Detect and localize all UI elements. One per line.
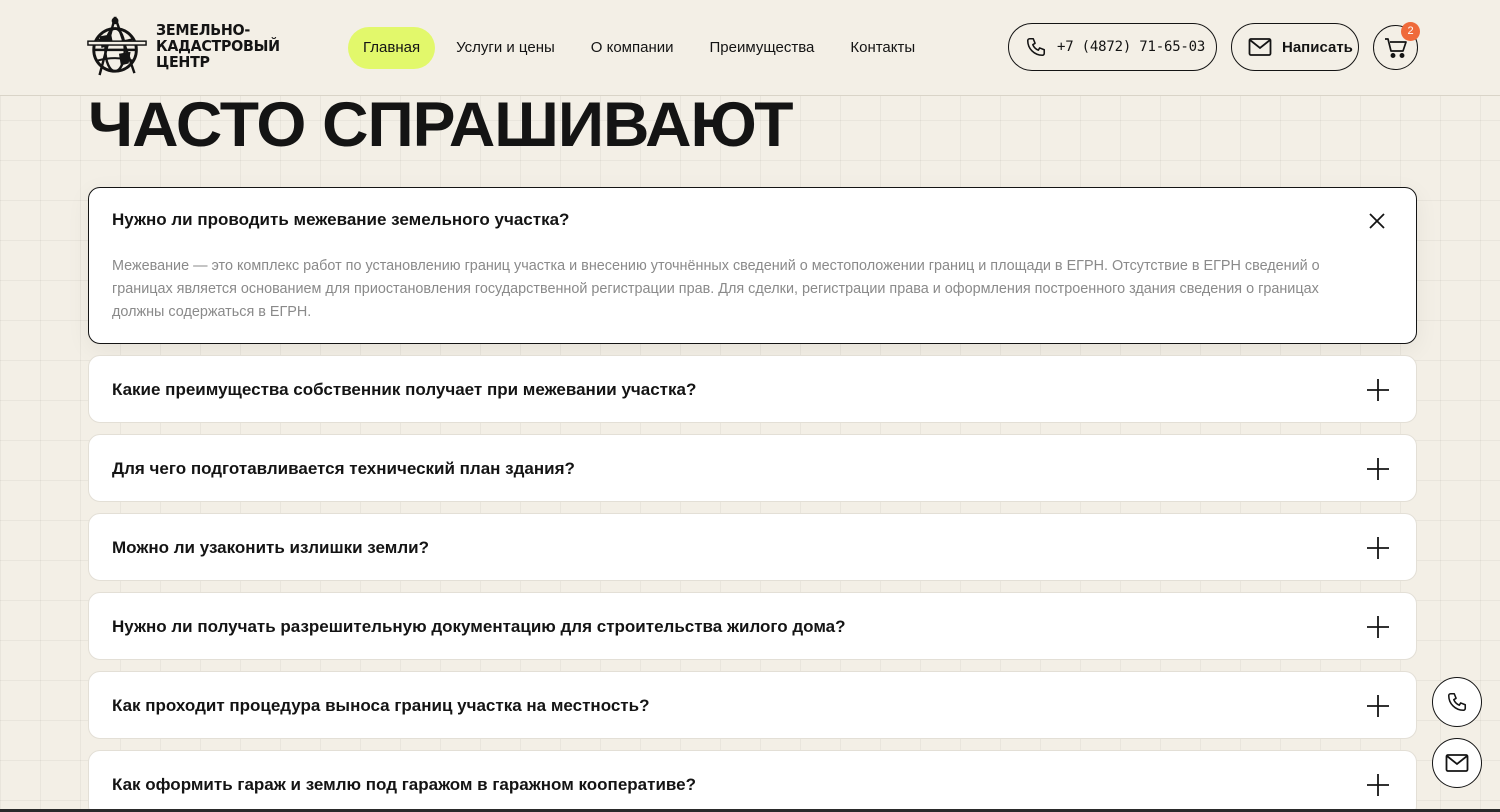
phone-button[interactable]: +7 (4872) 71-65-03	[1008, 23, 1217, 71]
faq-item[interactable]: Для чего подготавливается технический пл…	[88, 434, 1417, 502]
faq-question: Как оформить гараж и землю под гаражом в…	[112, 775, 696, 794]
faq-item[interactable]: Как оформить гараж и землю под гаражом в…	[88, 750, 1417, 812]
faq-answer: Межевание — это комплекс работ по устано…	[112, 258, 1320, 320]
nav-item-advantages[interactable]: Преимущества	[710, 27, 815, 69]
cart-icon	[1384, 37, 1407, 58]
faq-title: ЧАСТО СПРАШИВАЮТ	[88, 90, 793, 160]
logo-line-1: Земельно-	[156, 21, 251, 39]
faq-question: Нужно ли проводить межевание земельного …	[112, 210, 570, 229]
nav-item-contacts[interactable]: Контакты	[850, 27, 915, 69]
write-label: Написать	[1282, 38, 1353, 56]
faq-item[interactable]: Как проходит процедура выноса границ уча…	[88, 671, 1417, 739]
phone-icon	[1447, 692, 1467, 712]
logo-line-3: центр	[156, 53, 210, 71]
faq-question: Нужно ли получать разрешительную докумен…	[112, 617, 846, 636]
logo-text: Земельно- кадастровый центр	[156, 22, 280, 70]
faq-item[interactable]: Нужно ли проводить межевание земельного …	[88, 187, 1417, 344]
faq-question: Какие преимущества собственник получает …	[112, 380, 697, 399]
logo-line-2: кадастровый	[156, 37, 280, 55]
faq-question: Для чего подготавливается технический пл…	[112, 459, 575, 478]
faq-list: Нужно ли проводить межевание земельного …	[88, 187, 1417, 812]
plus-icon[interactable]	[1365, 377, 1391, 403]
faq-question: Можно ли узаконить излишки земли?	[112, 538, 429, 557]
write-button[interactable]: Написать	[1231, 23, 1359, 71]
plus-icon[interactable]	[1365, 693, 1391, 719]
close-icon[interactable]	[1364, 208, 1390, 234]
nav-item-about[interactable]: О компании	[591, 27, 674, 69]
faq-item[interactable]: Какие преимущества собственник получает …	[88, 355, 1417, 423]
mail-icon	[1248, 38, 1272, 56]
globe-compass-logo-icon	[87, 16, 147, 76]
phone-number: +7 (4872) 71-65-03	[1057, 39, 1206, 55]
faq-question: Как проходит процедура выноса границ уча…	[112, 696, 650, 715]
logo[interactable]: Земельно- кадастровый центр	[86, 15, 291, 77]
mail-icon	[1445, 754, 1469, 772]
faq-item[interactable]: Нужно ли получать разрешительную докумен…	[88, 592, 1417, 660]
faq-item[interactable]: Можно ли узаконить излишки земли?	[88, 513, 1417, 581]
nav-item-home[interactable]: Главная	[348, 27, 436, 69]
plus-icon[interactable]	[1365, 535, 1391, 561]
nav-item-services[interactable]: Услуги и цены	[456, 27, 555, 69]
cart-count-badge: 2	[1401, 22, 1420, 41]
plus-icon[interactable]	[1365, 456, 1391, 482]
phone-icon	[1026, 37, 1046, 57]
plus-icon[interactable]	[1365, 614, 1391, 640]
plus-icon[interactable]	[1365, 772, 1391, 798]
site-header: Земельно- кадастровый центр Главная Услу…	[0, 0, 1500, 96]
floating-mail-button[interactable]	[1432, 738, 1482, 788]
main-nav: Главная Услуги и цены О компании Преимущ…	[348, 27, 951, 69]
floating-phone-button[interactable]	[1432, 677, 1482, 727]
